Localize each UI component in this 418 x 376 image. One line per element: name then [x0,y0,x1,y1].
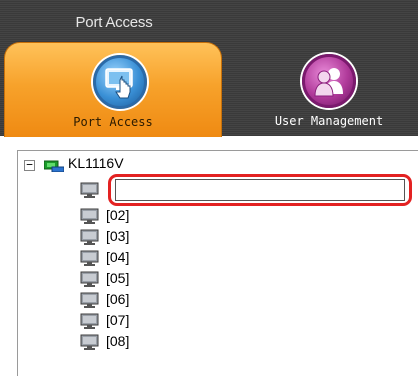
monitor-hand-icon [93,55,147,109]
tree-root-row[interactable]: − KL1116V [18,153,398,173]
port-row[interactable]: [05] [80,268,200,288]
device-tree[interactable]: − KL1116V [02] [03] [04] [05] [06] [07] [08] [17,150,418,376]
port-row[interactable]: [02] [80,205,200,225]
port-row[interactable]: [06] [80,289,200,309]
port-label: [08] [106,333,130,349]
monitor-icon [80,182,100,203]
tab-label: User Management [274,114,384,128]
port-row[interactable]: [08] [80,331,200,351]
port-name-input[interactable] [115,179,405,201]
port-label: [06] [106,291,130,307]
port-row[interactable]: [04] [80,247,200,267]
page-title: Port Access [75,14,153,31]
kvm-switch-icon [43,157,65,177]
device-name: KL1116V [68,155,124,171]
port-label: [04] [106,249,130,265]
port-label: [05] [106,270,130,286]
port-label: [07] [106,312,130,328]
port-label: [02] [106,207,130,223]
tab-port-access[interactable]: Port Access [4,42,222,137]
port-row[interactable]: [03] [80,226,200,246]
header-bar: Port Access Port Access User Management [0,0,418,137]
port-label: [03] [106,228,130,244]
collapse-toggle[interactable]: − [24,159,35,171]
port-row[interactable]: [07] [80,310,200,330]
tab-label: Port Access [73,115,153,129]
tab-user-management[interactable]: User Management [240,42,418,136]
users-icon [302,54,356,108]
port-row-editing[interactable] [80,179,110,199]
monitor-icon [80,334,100,355]
